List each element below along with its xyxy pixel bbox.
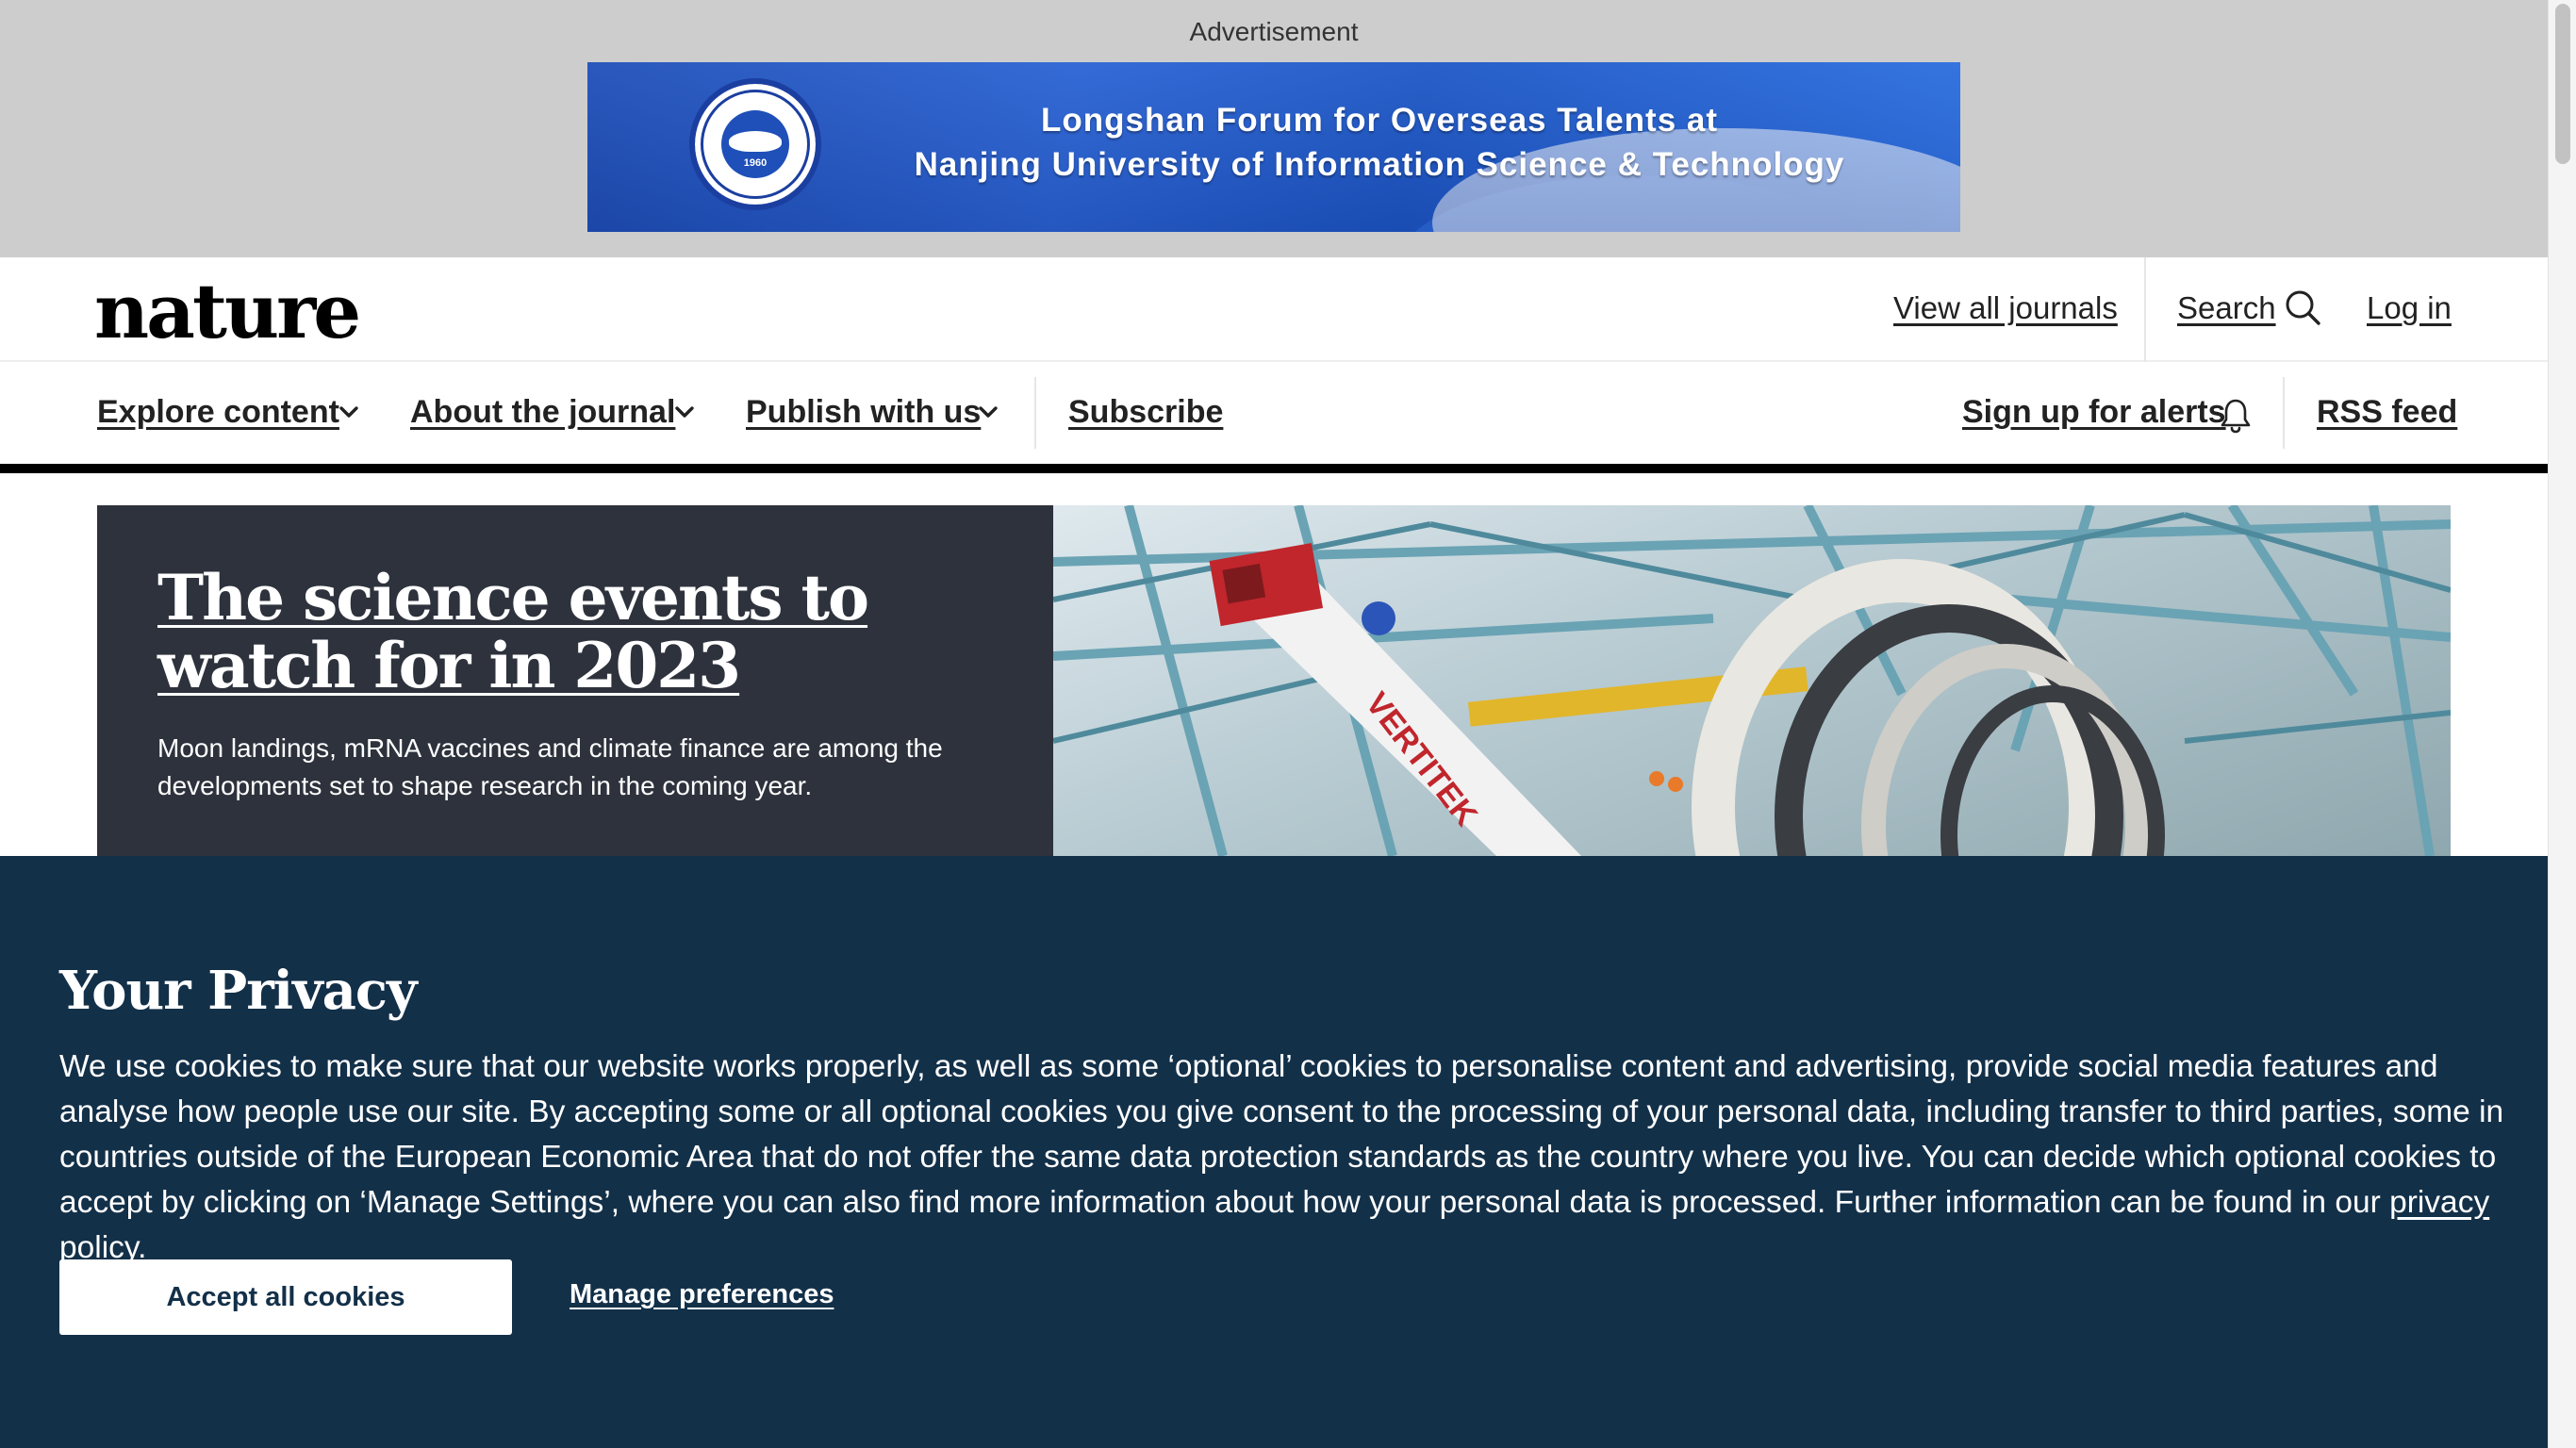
header-divider xyxy=(2144,257,2146,362)
hero-title-link[interactable]: The science events to watch for in 2023 xyxy=(157,564,1006,699)
search-link[interactable]: Search xyxy=(2177,290,2276,326)
hero-subtitle: Moon landings, mRNA vaccines and climate… xyxy=(157,733,943,800)
chevron-down-icon[interactable] xyxy=(339,404,359,420)
scrollbar-thumb[interactable] xyxy=(2555,4,2570,164)
privacy-title: Your Privacy xyxy=(59,960,418,1022)
search-icon[interactable] xyxy=(2284,288,2321,326)
university-seal-logo: 1960 xyxy=(689,78,821,210)
chevron-down-icon[interactable] xyxy=(978,404,999,420)
nav-sign-up-alerts[interactable]: Sign up for alerts xyxy=(1962,394,2226,431)
cookie-consent-banner: Your Privacy We use cookies to make sure… xyxy=(0,856,2548,1448)
nav-about-journal[interactable]: About the journal xyxy=(410,394,675,431)
nav-rss-feed[interactable]: RSS feed xyxy=(2317,394,2457,431)
journal-nav: Explore content About the journal Publis… xyxy=(0,362,2548,464)
bell-icon[interactable] xyxy=(2220,398,2252,434)
nav-publish-with-us[interactable]: Publish with us xyxy=(746,394,981,431)
site-header: nature View all journals Search Log in xyxy=(0,257,2548,362)
advertisement-label: Advertisement xyxy=(1189,17,1359,46)
accept-all-cookies-button[interactable]: Accept all cookies xyxy=(59,1259,512,1335)
hero-feature: The science events to watch for in 2023 … xyxy=(97,505,2451,856)
nav-explore-content[interactable]: Explore content xyxy=(97,394,339,431)
privacy-body: We use cookies to make sure that our web… xyxy=(59,1045,2511,1271)
nav-subscribe[interactable]: Subscribe xyxy=(1068,394,1223,431)
banner-text: Longshan Forum for Overseas Talents at N… xyxy=(861,98,1898,187)
nav-rule xyxy=(0,464,2548,473)
advertisement-banner[interactable]: 1960 Longshan Forum for Overseas Talents… xyxy=(587,62,1960,232)
hero-image[interactable]: VERTITEK xyxy=(1053,505,2451,856)
nav-separator xyxy=(1034,377,1036,449)
hero-illustration-detector: VERTITEK xyxy=(1053,505,2451,856)
chevron-down-icon[interactable] xyxy=(674,404,695,420)
privacy-body-text: We use cookies to make sure that our web… xyxy=(59,1049,2504,1220)
nav-separator xyxy=(2283,377,2285,449)
page-scrollbar[interactable] xyxy=(2548,0,2576,1448)
banner-line-2: Nanjing University of Information Scienc… xyxy=(914,146,1845,183)
hero-text-panel: The science events to watch for in 2023 … xyxy=(97,505,1053,856)
login-link[interactable]: Log in xyxy=(2367,290,2452,326)
manage-preferences-button[interactable]: Manage preferences xyxy=(570,1279,834,1310)
advertisement-band: Advertisement 1960 Longshan Forum for Ov… xyxy=(0,0,2548,257)
banner-line-1: Longshan Forum for Overseas Talents at xyxy=(1040,102,1719,139)
seal-year: 1960 xyxy=(743,157,768,169)
view-all-journals-link[interactable]: View all journals xyxy=(1893,290,2118,326)
nature-logo[interactable]: nature xyxy=(94,267,361,355)
